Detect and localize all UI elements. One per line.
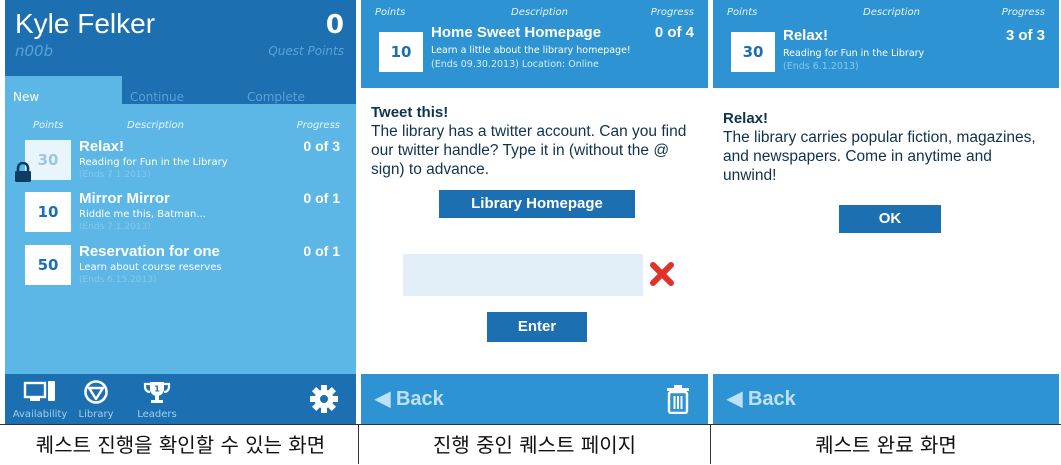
nav-library[interactable]: Library	[73, 374, 119, 424]
quest-progress: 0 of 1	[303, 190, 340, 206]
message-text: The library carries popular fiction, mag…	[723, 129, 1036, 184]
quest-end-date: (Ends 09.30.2013) Location: Online	[431, 59, 599, 70]
trash-icon[interactable]	[666, 384, 690, 414]
profile-header: Kyle Felker n00b 0 Quest Points	[5, 0, 356, 76]
quest-title: Relax!	[783, 27, 829, 44]
caption-active-quest: 진행 중인 퀘스트 페이지	[432, 433, 637, 457]
back-button[interactable]: ◀ Back	[727, 386, 796, 411]
caption-divider	[358, 424, 359, 464]
enter-button[interactable]: Enter	[487, 312, 587, 342]
gear-icon[interactable]	[309, 384, 339, 414]
monitor-phone-icon	[23, 381, 55, 401]
column-description: Description	[863, 7, 920, 18]
quest-item-mirror[interactable]: 10 Mirror Mirror Riddle me this, Batman.…	[5, 190, 356, 240]
quest-progress: 0 of 1	[303, 243, 340, 259]
user-rank: n00b	[15, 42, 54, 60]
task-title: Tweet this!	[371, 104, 449, 121]
quest-points: 10	[25, 192, 71, 232]
svg-text:1: 1	[154, 385, 160, 394]
quest-points: 10	[379, 32, 423, 72]
quest-progress: 0 of 4	[654, 24, 694, 41]
quest-title: Relax!	[79, 138, 125, 155]
back-label: Back	[747, 388, 796, 410]
x-mark-icon[interactable]	[649, 261, 675, 287]
quest-tabs: New Continue Complete	[5, 76, 356, 104]
caption-quest-list: 퀘스트 진행을 확인할 수 있는 화면	[35, 433, 326, 457]
quest-points-label: Quest Points	[268, 44, 344, 58]
nav-leaders[interactable]: 1 Leaders	[129, 374, 185, 424]
quest-title: Home Sweet Homepage	[431, 24, 602, 41]
user-name: Kyle Felker	[15, 8, 156, 39]
quest-description: Reading for Fun in the Library	[783, 48, 925, 59]
quest-item-reservation[interactable]: 50 Reservation for one Learn about cours…	[5, 243, 356, 293]
lock-icon	[15, 162, 31, 182]
quest-points: 30	[731, 32, 775, 72]
quest-end-date: (Ends 6.15.2013)	[79, 275, 157, 285]
back-arrow-icon: ◀	[375, 388, 391, 410]
quest-description: Learn about course reserves	[79, 262, 222, 273]
column-progress: Progress	[296, 120, 340, 131]
quest-progress: 3 of 3	[1005, 27, 1045, 44]
quest-points: 50	[25, 245, 71, 285]
bottom-bar: ◀ Back	[713, 374, 1059, 424]
quest-header: Points Description Progress 10 Home Swee…	[361, 0, 708, 88]
task-text: The library has a twitter account. Can y…	[371, 123, 687, 178]
back-label: Back	[395, 388, 444, 410]
quest-title: Reservation for one	[79, 243, 220, 260]
library-homepage-button[interactable]: Library Homepage	[439, 190, 635, 218]
quest-list-screen: Kyle Felker n00b 0 Quest Points New Cont…	[5, 0, 356, 424]
column-points: Points	[727, 7, 758, 18]
quest-header: Points Description Progress 30 Relax! Re…	[713, 0, 1059, 88]
quest-complete-screen: Points Description Progress 30 Relax! Re…	[713, 0, 1059, 424]
quest-description: Riddle me this, Batman...	[79, 209, 206, 220]
caption-divider	[710, 424, 711, 464]
figure: Kyle Felker n00b 0 Quest Points New Cont…	[0, 0, 1061, 464]
quest-description: Reading for Fun in the Library	[79, 157, 228, 168]
back-arrow-icon: ◀	[727, 388, 743, 410]
bottom-navigation: Availability Library 1 Leaders	[5, 374, 356, 424]
nav-label: Library	[78, 409, 114, 420]
tab-new[interactable]: New	[5, 76, 122, 104]
nav-availability[interactable]: Availability	[9, 374, 71, 424]
library-logo-icon	[84, 380, 108, 404]
bottom-bar: ◀ Back	[361, 374, 708, 424]
quest-end-date: (Ends 7.1.2013)	[79, 222, 151, 232]
ok-button[interactable]: OK	[839, 205, 941, 233]
quest-end-date: (Ends 6.1.2013)	[783, 61, 859, 72]
nav-label: Leaders	[137, 409, 177, 420]
tab-complete[interactable]: Complete	[239, 76, 356, 104]
quest-progress: 0 of 3	[303, 138, 340, 154]
quest-points-value: 0	[325, 10, 344, 40]
quest-end-date: (Ends 7.1.2013)	[79, 170, 151, 180]
tab-continue[interactable]: Continue	[122, 76, 239, 104]
quest-title: Mirror Mirror	[79, 190, 170, 207]
trophy-icon: 1	[143, 382, 171, 403]
quest-item-relax[interactable]: 30 Relax! Reading for Fun in the Library…	[5, 138, 356, 188]
column-progress: Progress	[650, 7, 694, 18]
quest-description: Learn a little about the library homepag…	[431, 45, 631, 56]
column-points: Points	[33, 120, 64, 131]
caption-row: 퀘스트 진행을 확인할 수 있는 화면 진행 중인 퀘스트 페이지 퀘스트 완료…	[0, 424, 1061, 464]
column-description: Description	[127, 120, 184, 131]
twitter-handle-input[interactable]	[403, 254, 643, 296]
column-description: Description	[511, 7, 568, 18]
message-title: Relax!	[723, 110, 769, 127]
nav-label: Availability	[12, 409, 68, 420]
back-button[interactable]: ◀ Back	[375, 386, 444, 411]
active-quest-screen: Points Description Progress 10 Home Swee…	[361, 0, 708, 424]
caption-quest-complete: 퀘스트 완료 화면	[815, 433, 957, 457]
column-points: Points	[375, 7, 406, 18]
column-progress: Progress	[1001, 7, 1045, 18]
